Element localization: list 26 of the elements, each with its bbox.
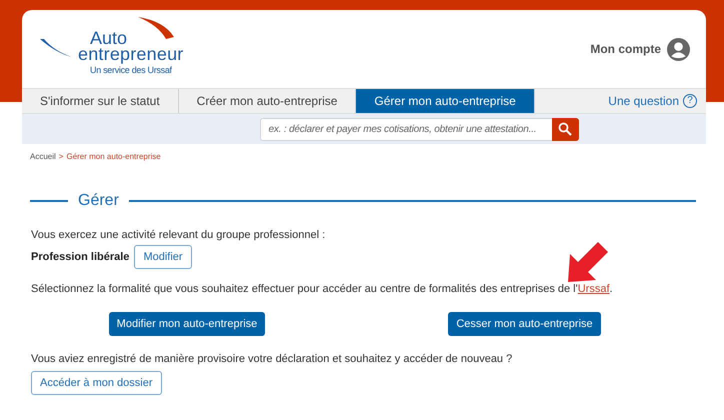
help-link[interactable]: Une question ?: [602, 89, 706, 113]
breadcrumb-link[interactable]: Accueil: [30, 152, 56, 161]
breadcrumb-current: Gérer mon auto-entreprise: [66, 152, 161, 161]
help-icon[interactable]: ?: [683, 94, 697, 108]
user-avatar-icon[interactable]: [667, 38, 690, 60]
profession-label: Profession libérale: [31, 251, 130, 263]
logo-text: Auto: [90, 29, 128, 47]
nav-tab[interactable]: Gérer mon auto-entreprise: [356, 89, 535, 113]
section-title: Gérer: [77, 192, 120, 210]
arrow-icon: [566, 242, 608, 284]
draft-text: Vous aviez enregistré de manière provisoire votre déclaration et souhaitez y accéder de nouveau ?: [31, 353, 514, 365]
nav-tab[interactable]: S'informer sur le statut: [22, 89, 179, 113]
action-button[interactable]: Cesser mon auto-entreprise: [448, 312, 601, 336]
logo-text: entrepreneur: [78, 45, 184, 63]
search-field[interactable]: ex. : déclarer et payer mes cotisations, obtenir une attestation...: [260, 118, 552, 140]
activity-text: Vous exercez une activité relevant du groupe professionnel :: [31, 229, 326, 241]
logo-tagline: Un service des Urssaf: [90, 65, 172, 75]
breadcrumb-separator: >: [58, 152, 64, 161]
open-dossier-button[interactable]: Accéder à mon dossier: [31, 371, 162, 395]
account-link[interactable]: Mon compte: [590, 42, 661, 56]
action-button[interactable]: Modifier mon auto-entreprise: [108, 312, 266, 336]
urssaf-link[interactable]: Urssaf: [578, 283, 610, 295]
modify-button[interactable]: Modifier: [134, 245, 192, 269]
search-icon: [558, 122, 572, 136]
search-button[interactable]: [552, 118, 578, 140]
instruction-text: Sélectionnez la formalité que vous souhaitez effectuer pour accéder au centre de formalités des entreprises de l'Urssaf.: [31, 283, 614, 295]
